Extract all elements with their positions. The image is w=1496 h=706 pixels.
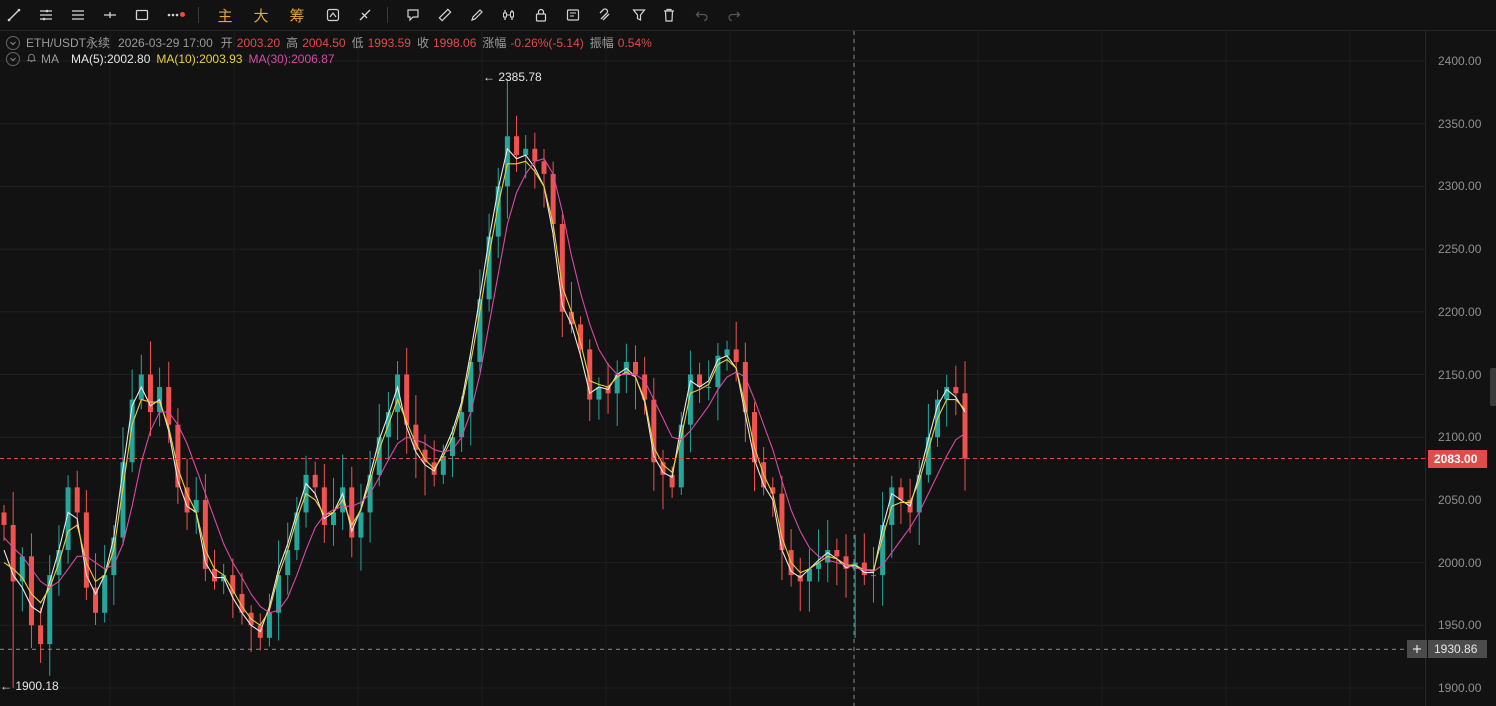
ma-title: MA	[41, 52, 59, 66]
price-tick-label: 2350.00	[1438, 116, 1482, 131]
trend-line-icon[interactable]	[2, 3, 26, 27]
price-tick-label: 2300.00	[1438, 179, 1482, 194]
ohlc-legend: ETH/USDT永续 2026-03-29 17:00 开 2003.20 高 20…	[6, 34, 656, 51]
current-price-tag: 2083.00	[1428, 449, 1487, 468]
symbol-label: ETH/USDT永续	[26, 36, 111, 50]
chip-distribution-button[interactable]: 筹	[285, 3, 309, 27]
candle-body	[523, 148, 529, 156]
candle-body	[358, 512, 364, 538]
candle-body	[202, 499, 208, 569]
candle-body	[898, 487, 904, 500]
candle-body	[559, 224, 565, 312]
candle-body	[74, 487, 80, 513]
redo-icon[interactable]	[722, 3, 746, 27]
candle-body	[514, 136, 520, 156]
price-tick-label: 2050.00	[1438, 492, 1482, 507]
candle-body	[312, 474, 318, 488]
candle-body	[633, 361, 639, 375]
max-price-marker: ← 2385.78	[483, 69, 542, 84]
price-tick-label: 2100.00	[1438, 430, 1482, 445]
candle-body	[596, 387, 602, 400]
replay-icon[interactable]	[321, 3, 345, 27]
amplitude-value: 0.54%	[617, 35, 652, 50]
rectangle-icon[interactable]	[130, 3, 154, 27]
horizontal-lines-icon[interactable]	[66, 3, 90, 27]
ma30-value: MA(30):2006.87	[248, 52, 335, 66]
price-tick-label: 2250.00	[1438, 242, 1482, 257]
horizontal-ray-icon[interactable]	[98, 3, 122, 27]
measure-icon[interactable]	[353, 3, 377, 27]
large-order-button[interactable]: 大	[249, 3, 273, 27]
amplitude-label: 振幅	[589, 36, 614, 50]
candle-body	[1, 512, 7, 525]
candle-body	[870, 575, 876, 577]
low-value: 1993.59	[367, 35, 411, 50]
low-label: 低	[351, 36, 364, 50]
candle-body	[10, 524, 16, 582]
change-label: 涨幅	[482, 36, 507, 50]
ma5-value: MA(5):2002.80	[71, 52, 151, 66]
callout-icon[interactable]	[401, 3, 425, 27]
change-value: -0.26%(-5.14)	[510, 35, 584, 50]
candle-body	[834, 550, 840, 557]
candlestick-chart[interactable]	[0, 31, 1496, 706]
candle-body	[962, 393, 968, 459]
collapse-icon[interactable]	[6, 52, 20, 66]
candle-body	[733, 349, 739, 362]
datetime-label: 2026-03-29 17:00	[118, 35, 213, 50]
price-tick-label: 2200.00	[1438, 304, 1482, 319]
pattern-icon[interactable]	[497, 3, 521, 27]
main-chart-button[interactable]: 主	[213, 3, 237, 27]
delete-icon[interactable]	[657, 3, 681, 27]
candle-body	[330, 512, 336, 525]
candle-body	[706, 387, 712, 389]
ma-legend: MA MA(5):2002.80 MA(10):2003.93 MA(30):2…	[6, 52, 339, 66]
add-alert-plus-icon[interactable]	[1407, 640, 1427, 659]
more-tools-icon[interactable]	[162, 3, 186, 27]
collapse-icon[interactable]	[6, 35, 20, 50]
open-label: 开	[220, 36, 233, 50]
open-value: 2003.20	[236, 35, 281, 50]
candle-body	[47, 575, 53, 645]
candle-body	[175, 424, 181, 488]
side-panel-handle[interactable]	[1490, 368, 1496, 406]
drawing-toolbar: 主 大 筹	[0, 0, 1496, 31]
candle-body	[38, 625, 44, 645]
high-value: 2004.50	[302, 35, 346, 50]
candle-body	[102, 575, 108, 613]
candle-body	[166, 387, 172, 425]
lock-icon[interactable]	[529, 3, 553, 27]
crosshair-price-tag: 1930.86	[1428, 640, 1487, 659]
min-price-marker: ← 1900.18	[0, 678, 59, 693]
ruler-icon[interactable]	[433, 3, 457, 27]
price-tick-label: 2000.00	[1438, 555, 1482, 570]
toolbar-separator	[387, 7, 388, 23]
candle-body	[266, 612, 272, 638]
price-tick-label: 2150.00	[1438, 367, 1482, 382]
candle-body	[495, 186, 501, 237]
price-tick-label: 1950.00	[1438, 618, 1482, 633]
candle-body	[541, 161, 547, 174]
undo-icon[interactable]	[690, 3, 714, 27]
filter-icon[interactable]	[627, 3, 651, 27]
high-label: 高	[286, 36, 299, 50]
price-tick-label: 1900.00	[1438, 681, 1482, 695]
candle-body	[532, 148, 538, 162]
price-tick-label: 2400.00	[1438, 54, 1482, 68]
candle-body	[605, 387, 611, 394]
close-label: 收	[416, 36, 429, 50]
candle-body	[83, 512, 89, 588]
close-value: 1998.06	[433, 35, 477, 50]
parallel-lines-icon[interactable]	[34, 3, 58, 27]
candle-body	[504, 136, 510, 187]
notification-dot	[180, 12, 185, 17]
bell-icon[interactable]	[26, 52, 37, 66]
highlighter-icon[interactable]	[465, 3, 489, 27]
magnet-icon[interactable]	[593, 3, 617, 27]
candle-body	[953, 387, 959, 394]
toolbar-separator	[198, 7, 199, 23]
candle-body	[724, 349, 730, 356]
ma10-value: MA(10):2003.93	[156, 52, 243, 66]
alert-icon[interactable]	[561, 3, 585, 27]
